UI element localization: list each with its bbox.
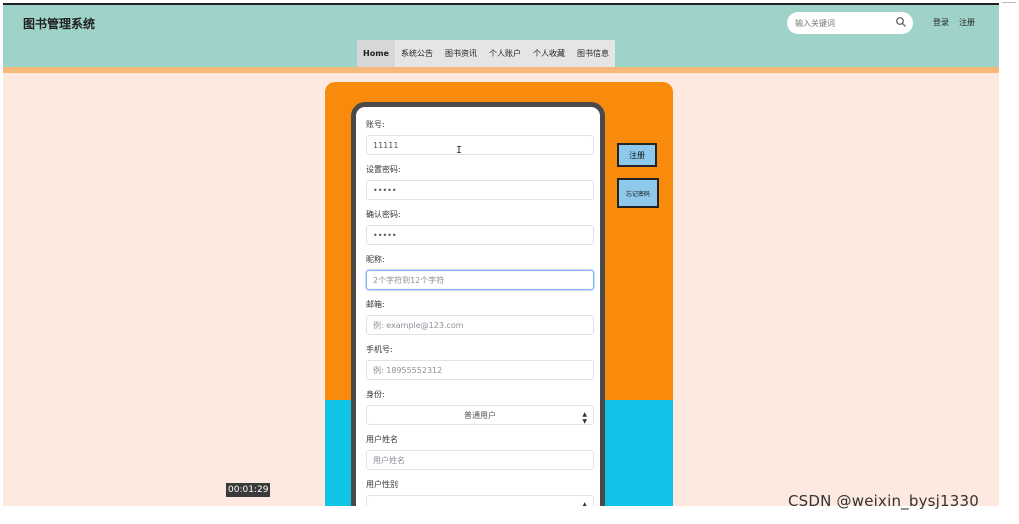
- account-input[interactable]: 11111: [366, 135, 594, 155]
- nickname-label: 昵称:: [366, 255, 385, 264]
- site-title: 图书管理系统: [23, 17, 96, 31]
- phone-input[interactable]: 例: 18955552312: [366, 360, 594, 380]
- account-label: 账号:: [366, 120, 385, 129]
- password-input[interactable]: •••••: [366, 180, 594, 200]
- forgot-password-button[interactable]: 忘记密码: [617, 178, 659, 208]
- page-frame: 图书管理系统 登录 注册 Home 系统公告 图书资讯 个人账户 个人收藏 图书…: [3, 3, 999, 506]
- login-link[interactable]: 登录: [933, 17, 949, 28]
- gender-select[interactable]: ▲▼: [366, 495, 594, 506]
- main-nav: Home 系统公告 图书资讯 个人账户 个人收藏 图书信息: [357, 40, 615, 67]
- gender-label: 用户性别: [366, 480, 398, 489]
- search-icon[interactable]: [895, 16, 907, 28]
- csdn-watermark: CSDN @weixin_bysj1330: [788, 492, 980, 510]
- role-select[interactable]: 普通用户 ▲ ▼: [366, 405, 594, 425]
- password-label: 设置密码:: [366, 165, 401, 174]
- search-input[interactable]: [795, 15, 895, 31]
- select-arrows-icon: ▲▼: [582, 501, 587, 506]
- role-label: 身份:: [366, 390, 385, 399]
- site-header: 图书管理系统 登录 注册 Home 系统公告 图书资讯 个人账户 个人收藏 图书…: [3, 5, 999, 67]
- register-form-card: 账号: 11111 设置密码: ••••• 确认密码: ••••• 昵称: 2个…: [351, 102, 605, 506]
- confirm-password-label: 确认密码:: [366, 210, 401, 219]
- confirm-password-input[interactable]: •••••: [366, 225, 594, 245]
- email-input[interactable]: 例: example@123.com: [366, 315, 594, 335]
- nav-book-info[interactable]: 图书信息: [570, 40, 615, 67]
- nav-personal-favorites[interactable]: 个人收藏: [526, 40, 571, 67]
- text-cursor-icon: I: [456, 145, 463, 156]
- role-select-value: 普通用户: [464, 410, 496, 420]
- video-timestamp: 00:01:29: [226, 483, 271, 497]
- email-label: 邮箱:: [366, 300, 385, 309]
- nickname-input[interactable]: 2个字符到12个字符: [366, 270, 594, 290]
- corner-mark: [1002, 2, 1016, 3]
- real-name-label: 用户姓名: [366, 435, 398, 444]
- nav-personal-account[interactable]: 个人账户: [482, 40, 527, 67]
- register-panel: 账号: 11111 设置密码: ••••• 确认密码: ••••• 昵称: 2个…: [325, 82, 673, 506]
- phone-label: 手机号:: [366, 345, 393, 354]
- nav-book-news[interactable]: 图书资讯: [438, 40, 483, 67]
- search-box[interactable]: [787, 12, 913, 34]
- real-name-input[interactable]: 用户姓名: [366, 450, 594, 470]
- header-divider: [3, 67, 999, 73]
- register-link[interactable]: 注册: [959, 17, 975, 28]
- register-button[interactable]: 注册: [617, 143, 657, 167]
- select-arrows-icon: ▲▼: [582, 411, 587, 425]
- nav-home[interactable]: Home: [357, 40, 395, 67]
- nav-system-notice[interactable]: 系统公告: [394, 40, 439, 67]
